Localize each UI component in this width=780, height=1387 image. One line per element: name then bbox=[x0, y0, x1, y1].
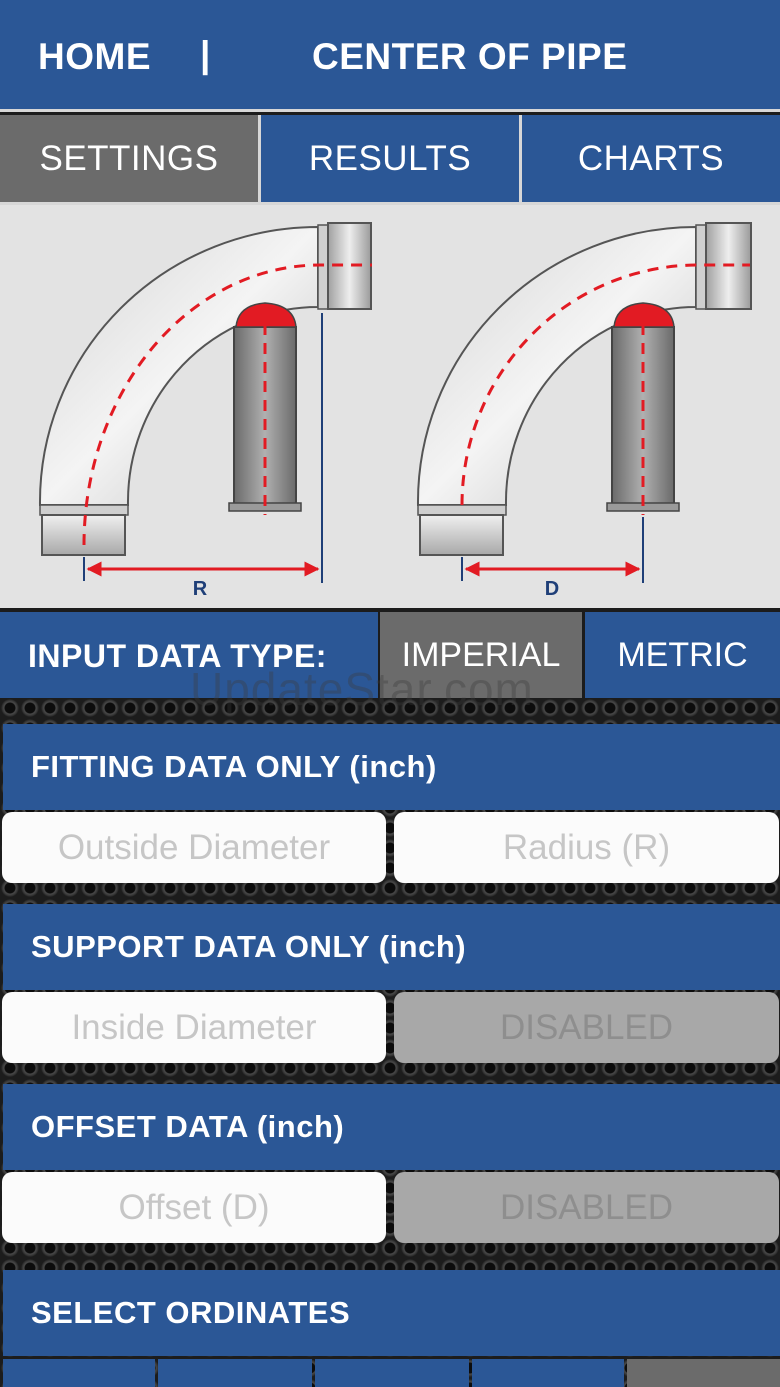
tab-charts[interactable]: CHARTS bbox=[522, 115, 780, 205]
elbow-diagram-right bbox=[416, 222, 752, 583]
inside-diameter-input[interactable]: Inside Diameter bbox=[2, 992, 386, 1063]
outside-diameter-input[interactable]: Outside Diameter bbox=[2, 812, 386, 883]
fitting-data-header: FITTING DATA ONLY (inch) bbox=[3, 724, 780, 810]
input-type-label: INPUT DATA TYPE: bbox=[28, 638, 327, 674]
header-separator: | bbox=[200, 34, 211, 75]
metric-button[interactable]: METRIC bbox=[585, 612, 780, 698]
ordinate-button[interactable] bbox=[472, 1359, 624, 1387]
ordinate-button[interactable] bbox=[158, 1359, 312, 1387]
ordinate-button[interactable] bbox=[315, 1359, 469, 1387]
home-link[interactable]: HOME bbox=[38, 36, 151, 78]
pipe-diagram: R D bbox=[0, 205, 780, 608]
support-disabled-field: DISABLED bbox=[394, 992, 779, 1063]
offset-label: D bbox=[545, 578, 559, 600]
page-title: CENTER OF PIPE bbox=[312, 36, 628, 77]
offset-input[interactable]: Offset (D) bbox=[2, 1172, 386, 1243]
offset-data-header: OFFSET DATA (inch) bbox=[3, 1084, 780, 1170]
ordinate-button-selected[interactable] bbox=[627, 1359, 780, 1387]
offset-disabled-field: DISABLED bbox=[394, 1172, 779, 1243]
radius-input[interactable]: Radius (R) bbox=[394, 812, 779, 883]
tab-results[interactable]: RESULTS bbox=[261, 115, 519, 205]
radius-label: R bbox=[193, 578, 208, 600]
elbow-diagram-left bbox=[38, 222, 372, 583]
tab-settings[interactable]: SETTINGS bbox=[0, 115, 258, 205]
ordinate-button[interactable] bbox=[3, 1359, 155, 1387]
imperial-button[interactable]: IMPERIAL bbox=[380, 612, 582, 698]
support-data-header: SUPPORT DATA ONLY (inch) bbox=[3, 904, 780, 990]
select-ordinates-header: SELECT ORDINATES bbox=[3, 1270, 780, 1356]
pipe-illustration: R D bbox=[38, 222, 752, 600]
